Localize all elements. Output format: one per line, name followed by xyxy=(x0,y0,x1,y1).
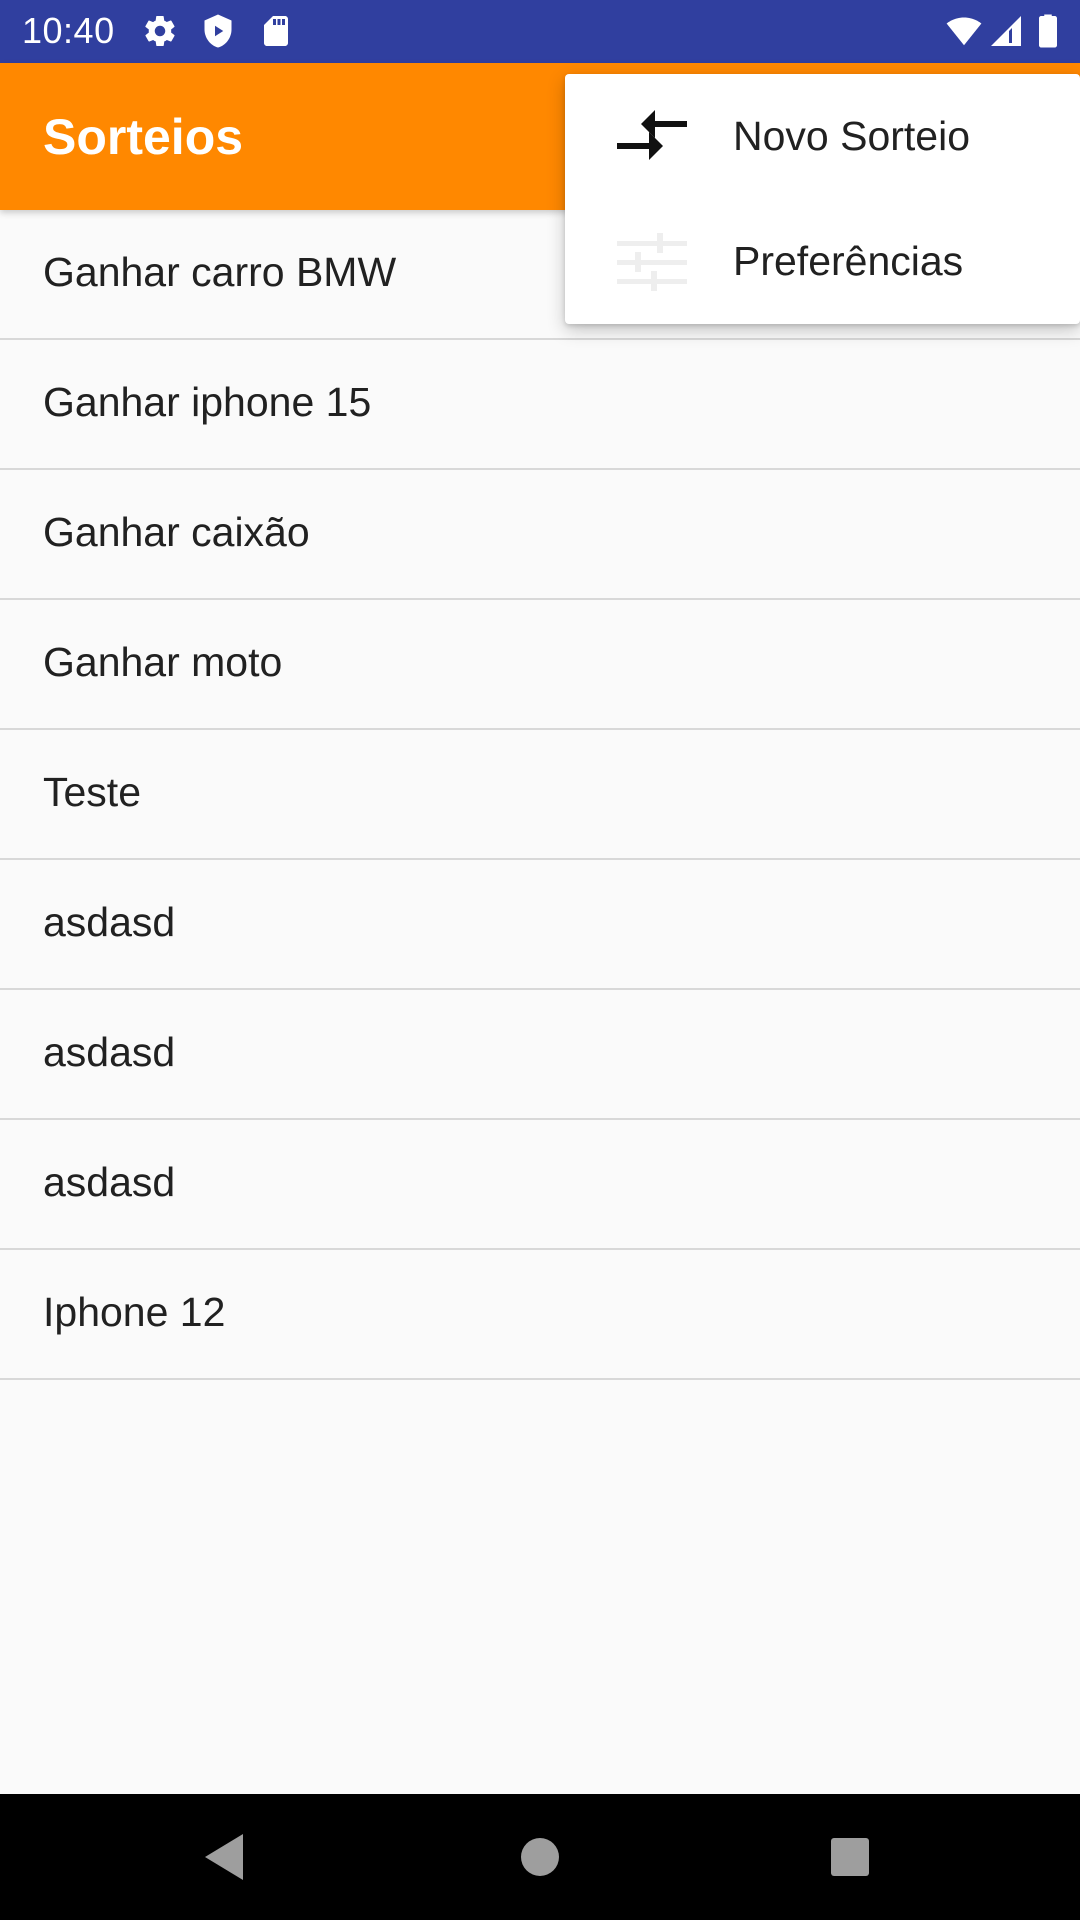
sd-card-icon xyxy=(264,16,288,46)
menu-item-label: Preferências xyxy=(733,238,964,284)
back-icon[interactable] xyxy=(195,1827,255,1887)
battery-icon xyxy=(1039,14,1057,48)
wifi-icon xyxy=(946,17,982,46)
signal-icon xyxy=(991,16,1021,46)
list-item[interactable]: asdasd xyxy=(0,1120,1080,1250)
list-item[interactable]: Ganhar moto xyxy=(0,600,1080,730)
list-item-label: Ganhar caixão xyxy=(43,509,310,555)
list-item[interactable]: asdasd xyxy=(0,990,1080,1120)
gear-icon xyxy=(145,16,175,47)
list-item[interactable]: Teste xyxy=(0,730,1080,860)
overflow-menu: Novo Sorteio Preferências xyxy=(565,74,1080,324)
sliders-icon xyxy=(617,233,687,291)
list-item-label: Iphone 12 xyxy=(43,1289,226,1335)
list-item[interactable]: Iphone 12 xyxy=(0,1250,1080,1380)
menu-item-preferencias[interactable]: Preferências xyxy=(565,199,1080,324)
recents-icon[interactable] xyxy=(820,1827,880,1887)
shield-icon xyxy=(204,14,232,48)
list-item[interactable]: Ganhar iphone 15 xyxy=(0,340,1080,470)
list-item-label: Ganhar iphone 15 xyxy=(43,379,372,425)
menu-item-label: Novo Sorteio xyxy=(733,113,971,159)
list-item[interactable]: asdasd xyxy=(0,860,1080,990)
navigation-bar xyxy=(0,1794,1080,1920)
menu-item-novo-sorteio[interactable]: Novo Sorteio xyxy=(565,74,1080,199)
list-item[interactable]: Ganhar caixão xyxy=(0,470,1080,600)
list-item-label: asdasd xyxy=(43,1029,176,1075)
screen: 10:40 Sorteios Ganhar carro BMW Ganhar i… xyxy=(0,0,1080,1920)
swap-arrows-icon xyxy=(617,110,687,160)
raffle-list: Ganhar carro BMW Ganhar iphone 15 Ganhar… xyxy=(0,210,1080,1380)
status-time: 10:40 xyxy=(22,10,115,51)
list-item-label: Teste xyxy=(43,769,141,815)
home-icon[interactable] xyxy=(510,1827,570,1887)
app-title: Sorteios xyxy=(43,109,244,165)
list-item-label: asdasd xyxy=(43,1159,176,1205)
list-item-label: Ganhar moto xyxy=(43,639,283,685)
list-item-label: asdasd xyxy=(43,899,176,945)
status-bar: 10:40 xyxy=(0,0,1080,63)
list-item-label: Ganhar carro BMW xyxy=(43,249,397,295)
